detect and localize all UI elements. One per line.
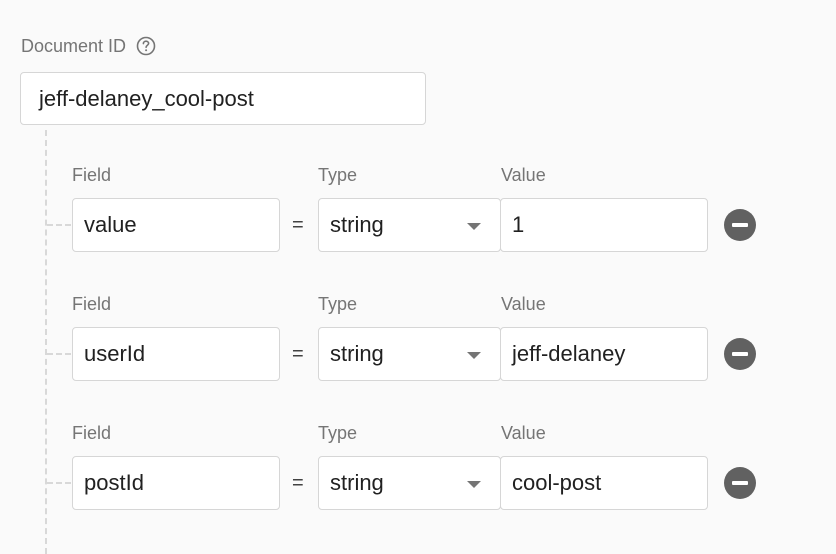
remove-circle-icon — [732, 352, 748, 356]
type-label: Type — [318, 423, 358, 443]
field-name-text: value — [84, 212, 137, 237]
row-connector — [47, 353, 71, 355]
value-label: Value — [501, 423, 546, 443]
document-id-label-text: Document ID — [21, 35, 127, 56]
document-id-value: jeff-delaney_cool-post — [39, 85, 254, 111]
chevron-down-icon — [467, 352, 481, 359]
value-text: 1 — [512, 212, 525, 237]
type-select[interactable]: string — [318, 198, 501, 252]
value-label: Value — [501, 165, 546, 185]
remove-field-button[interactable] — [724, 338, 756, 370]
value-input[interactable]: 1 — [500, 198, 708, 252]
type-select-text: string — [330, 470, 384, 495]
value-input[interactable]: jeff-delaney — [500, 327, 708, 381]
field-name-input[interactable]: userId — [72, 327, 280, 381]
value-label: Value — [501, 294, 546, 314]
field-name-text: postId — [84, 470, 144, 495]
type-select[interactable]: string — [318, 456, 501, 510]
equals-sign: = — [292, 343, 304, 365]
help-circle-icon[interactable] — [136, 36, 156, 56]
remove-circle-icon — [732, 481, 748, 485]
field-row: Field Type Value value = string 1 — [0, 163, 836, 283]
document-id-label: Document ID — [21, 34, 156, 58]
row-connector — [47, 224, 71, 226]
remove-field-button[interactable] — [724, 209, 756, 241]
type-label: Type — [318, 294, 358, 314]
document-id-input[interactable]: jeff-delaney_cool-post — [20, 72, 426, 125]
field-row: Field Type Value userId = string jeff-de… — [0, 292, 836, 412]
field-label: Field — [72, 423, 112, 443]
field-name-text: userId — [84, 341, 146, 366]
chevron-down-icon — [467, 481, 481, 488]
value-input[interactable]: cool-post — [500, 456, 708, 510]
row-connector — [47, 482, 71, 484]
type-select-text: string — [330, 341, 384, 366]
chevron-down-icon — [467, 223, 481, 230]
field-label: Field — [72, 294, 112, 314]
type-select-text: string — [330, 212, 384, 237]
type-select[interactable]: string — [318, 327, 501, 381]
field-name-input[interactable]: value — [72, 198, 280, 252]
field-name-input[interactable]: postId — [72, 456, 280, 510]
remove-field-button[interactable] — [724, 467, 756, 499]
value-text: jeff-delaney — [512, 341, 626, 366]
field-label: Field — [72, 165, 112, 185]
value-text: cool-post — [512, 470, 602, 495]
equals-sign: = — [292, 214, 304, 236]
remove-circle-icon — [732, 223, 748, 227]
equals-sign: = — [292, 472, 304, 494]
document-editor: Document ID jeff-delaney_cool-post Field… — [0, 0, 836, 554]
field-row: Field Type Value postId = string cool-po… — [0, 421, 836, 541]
type-label: Type — [318, 165, 358, 185]
